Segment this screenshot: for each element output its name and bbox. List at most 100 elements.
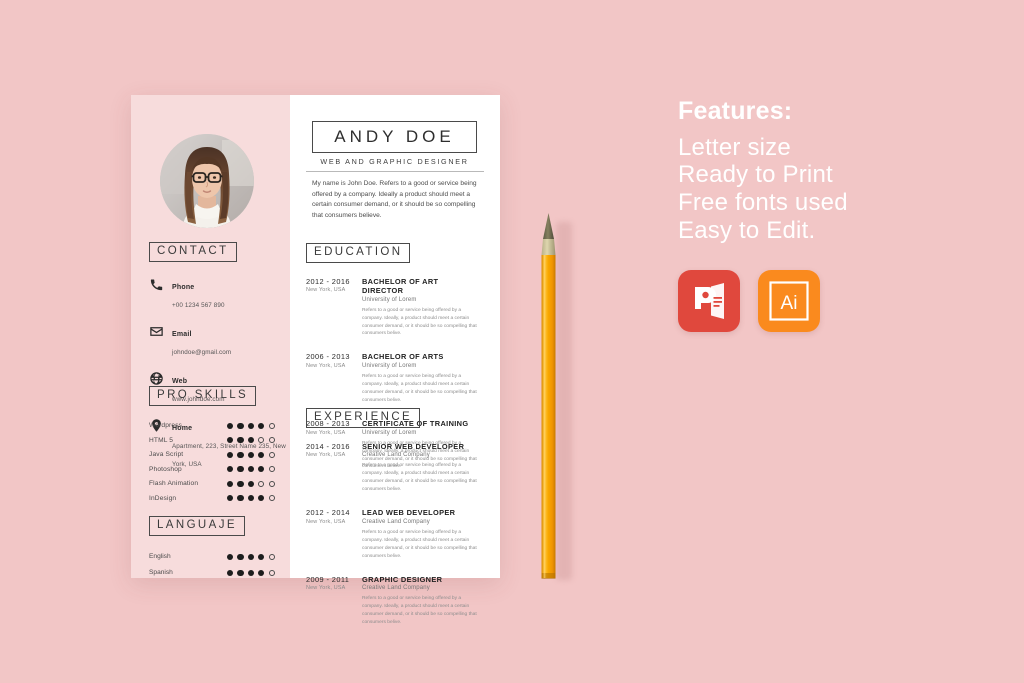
- job-role-subtitle: WEB AND GRAPHIC DESIGNER: [320, 157, 469, 166]
- envelope-icon: [149, 324, 164, 339]
- rating-dots: [227, 480, 275, 487]
- rating-dot-filled: [237, 451, 244, 458]
- feature-line: Letter size: [678, 133, 791, 161]
- rating-dot-filled: [237, 466, 244, 473]
- contact-item-phone: Phone +00 1234 567 890: [149, 276, 290, 312]
- entry-description: Refers to a good or service being offere…: [362, 374, 477, 403]
- skill-label: Flash Animation: [149, 480, 199, 488]
- rating-dot-empty: [268, 495, 275, 502]
- entry-body: LEAD WEB DEVELOPER Creative Land Company R…: [362, 508, 480, 561]
- rating-dot-filled: [227, 437, 234, 444]
- feature-line: Ready to Print: [678, 161, 833, 189]
- skill-label: HTML 5: [149, 436, 174, 444]
- language-section-title: LANGUAJE: [149, 516, 245, 536]
- rating-dot-filled: [247, 422, 254, 429]
- entry-location: New York, USA: [306, 287, 346, 294]
- entry-body: GRAPHIC DESIGNER Creative Land Company Ref…: [362, 575, 480, 628]
- rating-dot-filled: [247, 480, 254, 487]
- education-section-title: EDUCATION: [306, 243, 411, 263]
- skill-row: InDesign: [149, 491, 275, 506]
- contact-section-title: CONTACT: [149, 242, 237, 262]
- resume-document: CONTACT Phone +00 1234 567 890 Email joh…: [131, 95, 500, 625]
- entry-years: 2009 - 2011: [306, 574, 350, 584]
- rating-dot-filled: [258, 422, 265, 429]
- rating-dot-filled: [237, 569, 244, 576]
- entry-meta: 2014 - 2016 New York, USA: [306, 442, 362, 495]
- rating-dot-filled: [247, 437, 254, 444]
- timeline-entry: 2014 - 2016 New York, USA SENIOR WEB DEVEL…: [306, 442, 480, 495]
- entry-location: New York, USA: [306, 585, 346, 592]
- rating-dots: [227, 422, 275, 429]
- rating-dots: [227, 553, 275, 560]
- skill-label: Java Script: [149, 451, 184, 459]
- skill-row: HTML 5: [149, 433, 275, 448]
- rating-dot-filled: [237, 495, 244, 502]
- profile-photo-woman-with-glasses: [160, 134, 254, 228]
- rating-dot-empty: [268, 466, 275, 473]
- entry-title: GRAPHIC DESIGNER: [362, 574, 443, 584]
- svg-text:Ai: Ai: [781, 293, 798, 314]
- rating-dot-empty: [268, 437, 275, 444]
- contact-value[interactable]: johndoe@gmail.com: [172, 349, 231, 356]
- entry-location: New York, USA: [306, 363, 346, 370]
- rating-dot-filled: [247, 451, 254, 458]
- contact-item-email: Email johndoe@gmail.com: [149, 323, 290, 359]
- rating-dot-filled: [227, 422, 234, 429]
- skill-label: Wordpress: [149, 422, 183, 430]
- entry-years: 2012 - 2014: [306, 508, 350, 518]
- entry-years: 2006 - 2013: [306, 352, 350, 362]
- rating-dot-filled: [247, 569, 254, 576]
- page-title: ANDY DOE: [334, 127, 455, 146]
- rating-dot-filled: [258, 569, 265, 576]
- rating-dot-filled: [247, 553, 254, 560]
- rating-dot-filled: [237, 422, 244, 429]
- language-row: Spanish: [149, 565, 275, 581]
- contact-value[interactable]: +00 1234 567 890: [172, 302, 225, 309]
- entry-body: BACHELOR OF ARTS University of Lorem Refer…: [362, 352, 480, 405]
- contact-label: Phone: [172, 283, 195, 291]
- phone-icon: [149, 277, 164, 292]
- rating-dot-filled: [227, 480, 234, 487]
- entry-title: BACHELOR OF ARTS: [362, 352, 444, 362]
- entry-meta: 2009 - 2011 New York, USA: [306, 575, 362, 628]
- rating-dot-filled: [227, 553, 234, 560]
- illustrator-icon[interactable]: Ai: [758, 270, 820, 332]
- powerpoint-icon[interactable]: [678, 270, 740, 332]
- entry-meta: 2012 - 2014 New York, USA: [306, 508, 362, 561]
- skill-label: Photoshop: [149, 465, 182, 473]
- rating-dot-filled: [258, 495, 265, 502]
- header-divider: [306, 171, 484, 172]
- entry-subtitle: Creative Land Company: [362, 452, 430, 459]
- skill-row: Photoshop: [149, 462, 275, 477]
- pencil-icon: [540, 213, 557, 580]
- pro-skills-list: Wordpress HTML 5 Java Script Photoshop Flash…: [149, 419, 275, 506]
- contact-label: Email: [172, 330, 192, 338]
- entry-subtitle: University of Lorem: [362, 363, 417, 370]
- globe-icon: [149, 371, 164, 386]
- rating-dot-empty: [268, 480, 275, 487]
- entry-body: BACHELOR OF ART DIRECTOR University of Lo…: [362, 277, 480, 339]
- entry-description: Refers to a good or service being offere…: [362, 529, 477, 559]
- rating-dot-filled: [237, 553, 244, 560]
- language-section: LANGUAJE English Spanish: [149, 515, 275, 581]
- entry-body: SENIOR WEB DEVELOPER Creative Land Compan…: [362, 442, 480, 495]
- rating-dot-filled: [237, 480, 244, 487]
- rating-dot-filled: [258, 466, 265, 473]
- entry-title: BACHELOR OF ART DIRECTOR: [362, 276, 439, 295]
- pro-skills-section-title: PRO SKILLS: [149, 386, 257, 406]
- resume-right-column: ANDY DOE WEB AND GRAPHIC DESIGNER My nam…: [290, 95, 500, 625]
- timeline-entry: 2009 - 2011 New York, USA GRAPHIC DESIGNER…: [306, 575, 480, 628]
- skill-row: Wordpress: [149, 419, 275, 434]
- rating-dot-filled: [227, 451, 234, 458]
- rating-dot-filled: [247, 495, 254, 502]
- entry-meta: 2012 - 2016 New York, USA: [306, 277, 362, 339]
- features-list: Letter size Ready to Print Free fonts used…: [678, 134, 978, 245]
- rating-dots: [227, 569, 275, 576]
- intro-paragraph: My name is John Doe. Refers to a good or…: [312, 180, 477, 220]
- features-heading: Features:: [678, 97, 793, 125]
- rating-dot-filled: [227, 495, 234, 502]
- entry-title: SENIOR WEB DEVELOPER: [362, 441, 465, 451]
- skill-row: Flash Animation: [149, 477, 275, 492]
- skill-row: Java Script: [149, 448, 275, 463]
- rating-dot-empty: [268, 451, 275, 458]
